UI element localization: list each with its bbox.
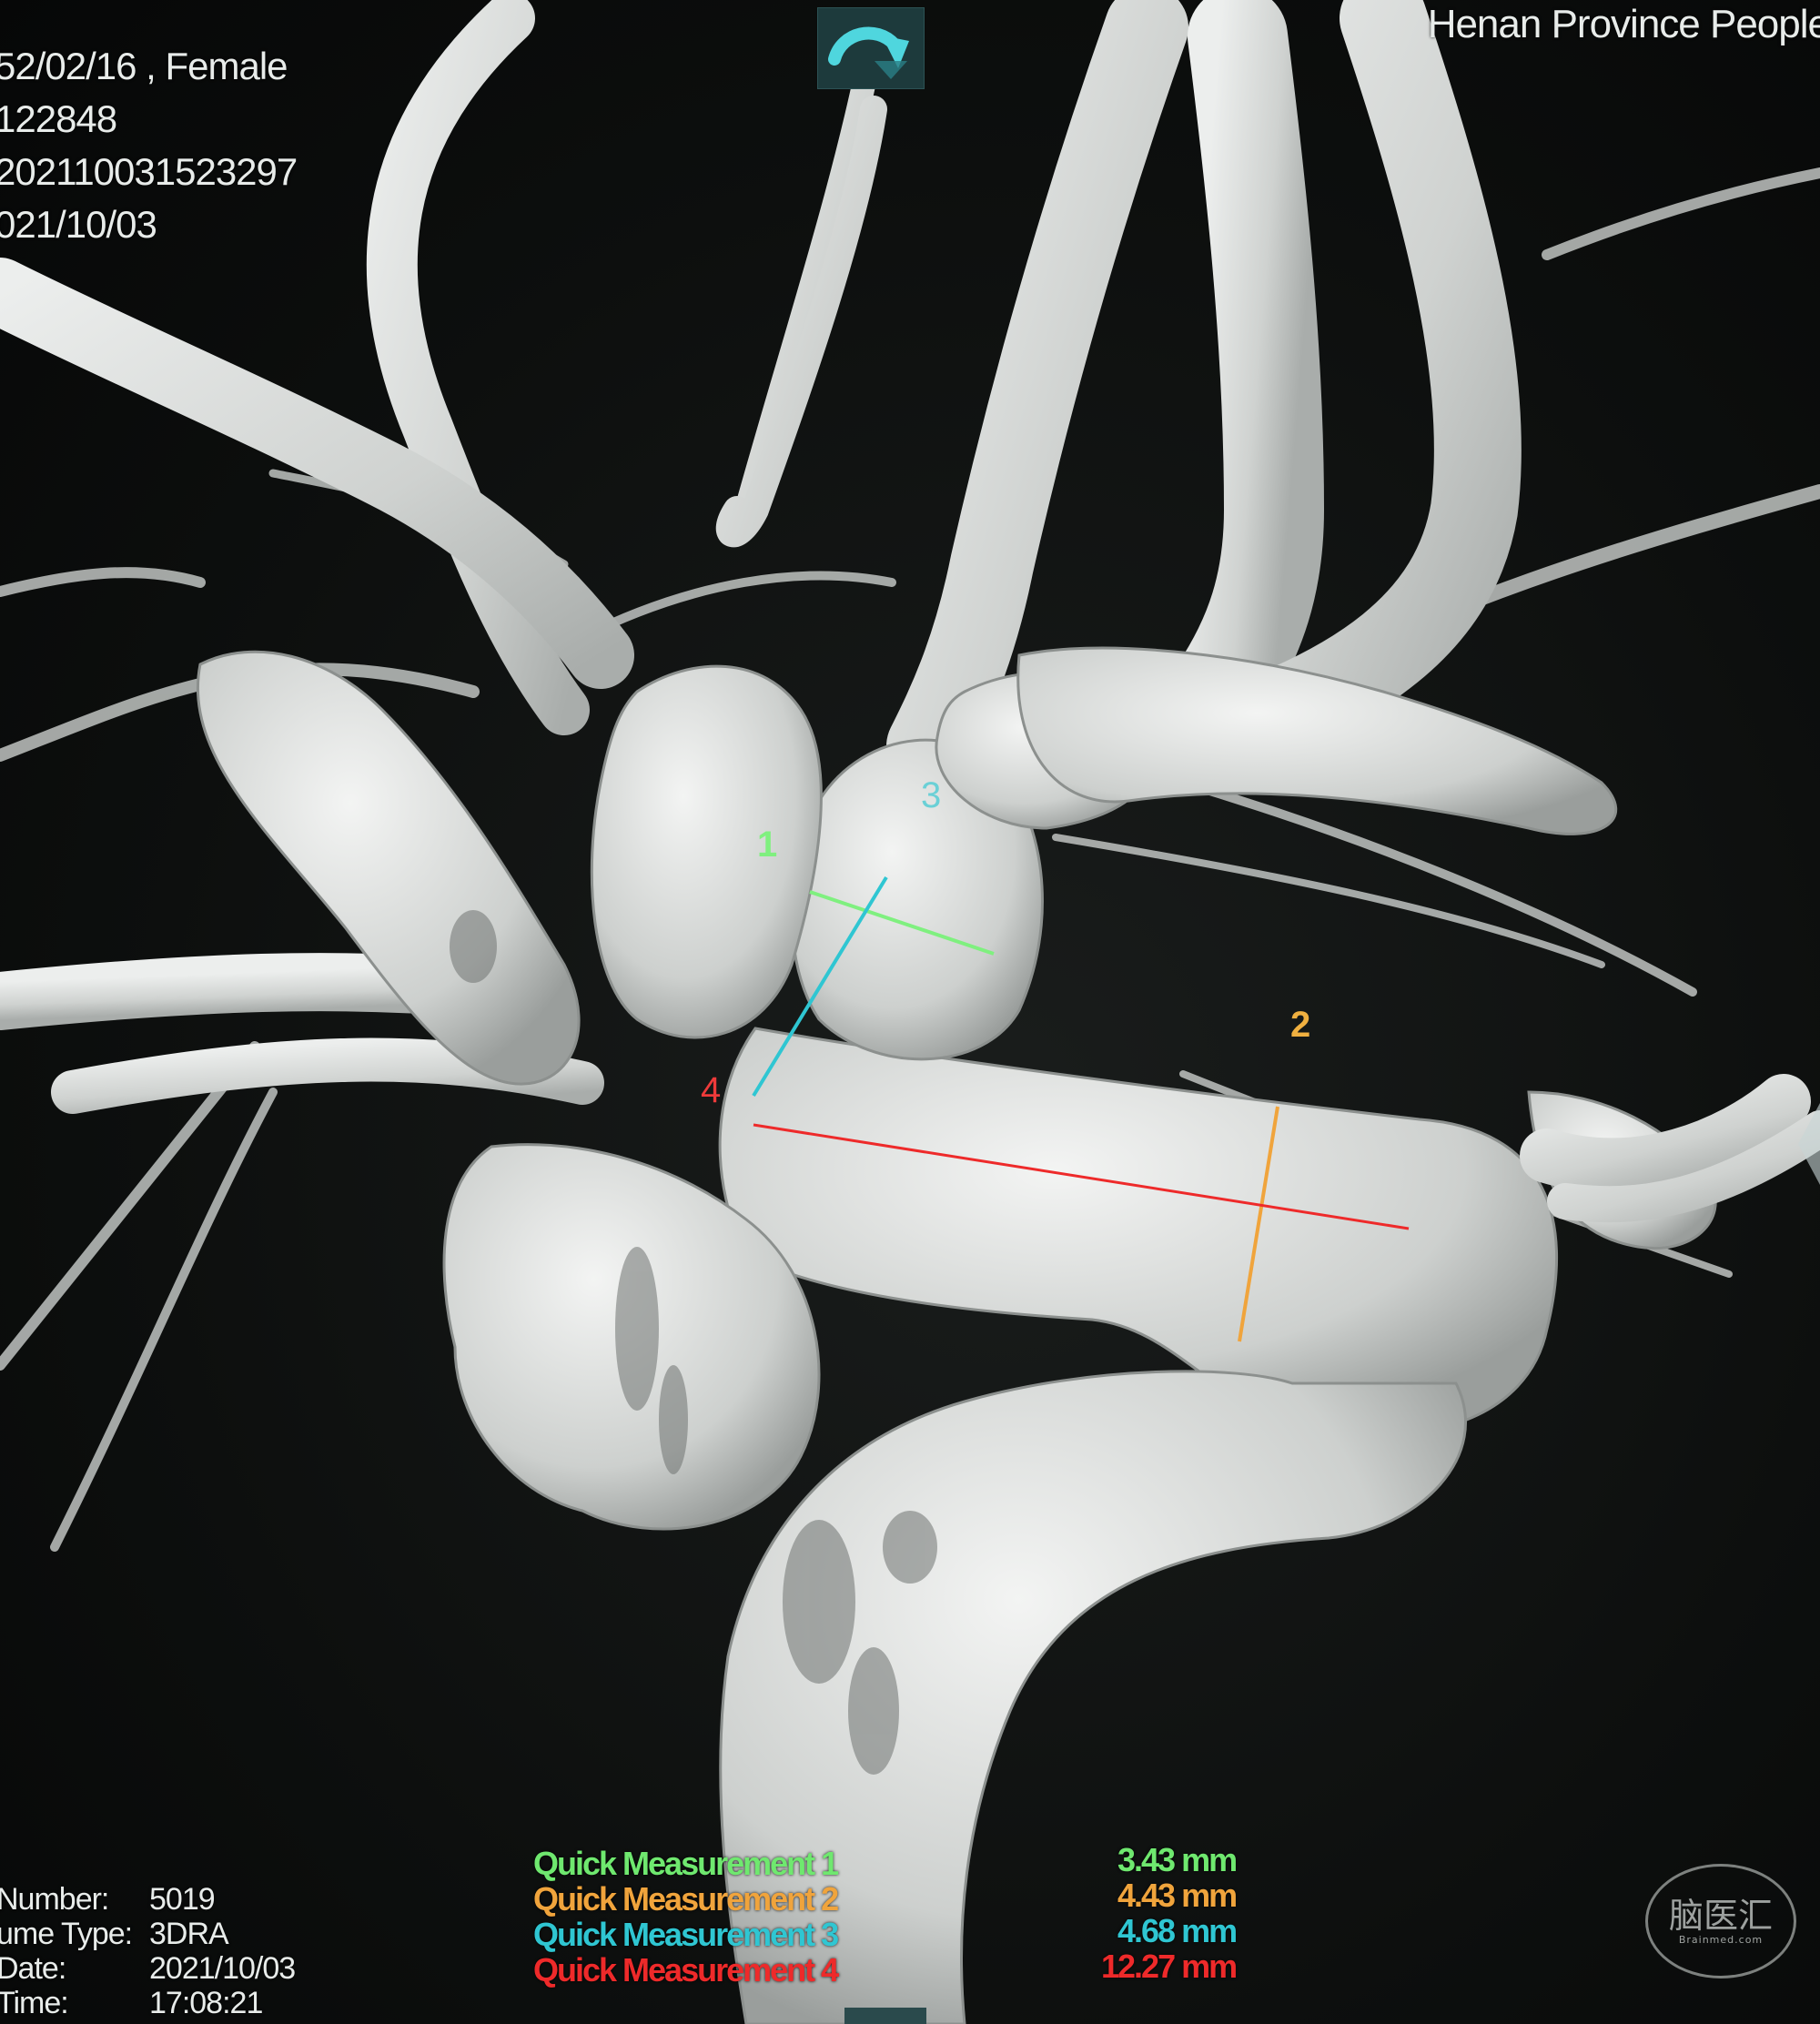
volume-type-label: ume Type: bbox=[0, 1917, 133, 1951]
measurement-label-1: 1 bbox=[757, 825, 778, 865]
measurement-values: 3.43 mm 4.43 mm 4.68 mm 12.27 mm bbox=[1101, 1841, 1238, 1985]
series-number-value: 5019 bbox=[149, 1882, 216, 1917]
legend-item-4[interactable]: Quick Measurement 4 bbox=[533, 1952, 839, 1988]
patient-id: 122848 bbox=[0, 97, 117, 140]
series-info: Number: 5019 ume Type: 3DRA Date: 2021/1… bbox=[0, 1882, 296, 2020]
legend-item-2[interactable]: Quick Measurement 2 bbox=[533, 1881, 839, 1917]
legend-value-1: 3.43 mm bbox=[1117, 1841, 1238, 1878]
measurement-label-2: 2 bbox=[1290, 1005, 1311, 1045]
study-date: 021/10/03 bbox=[0, 203, 157, 246]
legend-item-3[interactable]: Quick Measurement 3 bbox=[533, 1917, 839, 1952]
watermark-subtext: Brainmed.com bbox=[1678, 1933, 1764, 1946]
measurement-legend: Quick Measurement 1 Quick Measurement 2 … bbox=[533, 1846, 839, 1988]
3d-viewport[interactable]: 1 2 3 4 52/02/16 , Female 122848 2021100… bbox=[0, 0, 1820, 2024]
volume-type-row: ume Type: 3DRA bbox=[0, 1917, 295, 1951]
acquisition-time-row: Time: 17:08:21 bbox=[0, 1986, 295, 2020]
vessel-render bbox=[0, 0, 1820, 2024]
rotate-arrow-icon bbox=[828, 26, 909, 79]
legend-value-4: 12.27 mm bbox=[1101, 1948, 1238, 1985]
series-number-row: Number: 5019 bbox=[0, 1882, 295, 1917]
institution-name: Henan Province People bbox=[1427, 2, 1820, 46]
patient-birthdate-sex: 52/02/16 , Female bbox=[0, 45, 288, 87]
rotate-button[interactable] bbox=[817, 7, 925, 89]
legend-value-2: 4.43 mm bbox=[1117, 1877, 1238, 1914]
study-id: 202110031523297 bbox=[0, 150, 298, 193]
bottom-panel-handle[interactable] bbox=[844, 2008, 926, 2024]
watermark-text: 脑医汇 bbox=[1668, 1895, 1773, 1936]
measurement-label-3: 3 bbox=[921, 775, 942, 815]
measurement-label-4: 4 bbox=[701, 1070, 722, 1110]
acquisition-date-label: Date: bbox=[0, 1951, 66, 1986]
legend-item-1[interactable]: Quick Measurement 1 bbox=[533, 1846, 839, 1881]
patient-info: 52/02/16 , Female 122848 202110031523297… bbox=[0, 40, 298, 251]
watermark-logo: 脑医汇 Brainmed.com bbox=[1645, 1864, 1796, 1978]
acquisition-date-row: Date: 2021/10/03 bbox=[0, 1951, 296, 1986]
series-number-label: Number: bbox=[0, 1882, 109, 1917]
volume-type-value: 3DRA bbox=[149, 1917, 229, 1951]
acquisition-time-value: 17:08:21 bbox=[149, 1986, 263, 2020]
acquisition-time-label: Time: bbox=[0, 1986, 69, 2020]
acquisition-date-value: 2021/10/03 bbox=[149, 1951, 296, 1986]
legend-value-3: 4.68 mm bbox=[1117, 1912, 1238, 1949]
